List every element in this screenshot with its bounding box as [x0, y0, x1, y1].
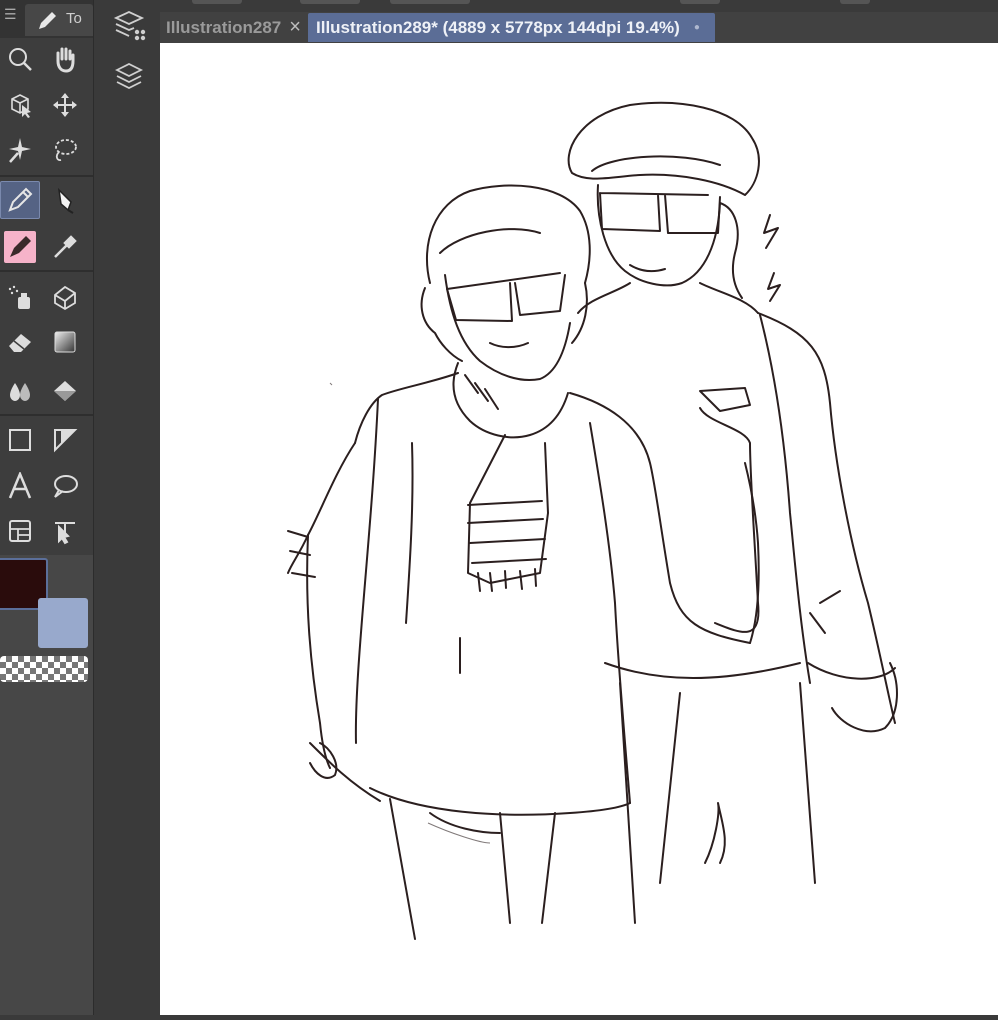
- object-tool[interactable]: [0, 86, 40, 124]
- toolbar-button-fragment: [680, 0, 720, 4]
- speech-balloon-icon: [54, 475, 78, 498]
- correct-line-tool[interactable]: [45, 512, 85, 550]
- airbrush-icon: [8, 285, 30, 309]
- gradient-tool[interactable]: [45, 323, 85, 361]
- magic-wand-icon: [9, 138, 31, 163]
- move-arrows-icon: [53, 93, 77, 117]
- bucket-icon: [54, 381, 76, 401]
- text-A-icon: [8, 472, 32, 499]
- gradient-icon: [54, 331, 76, 353]
- toolbar-button-fragment: [192, 0, 242, 4]
- pen-tool[interactable]: [0, 181, 40, 219]
- unsaved-dot-icon: ●: [693, 22, 700, 33]
- layers-button[interactable]: [113, 60, 145, 97]
- pencil-tool[interactable]: [45, 181, 85, 219]
- sketch-illustration: [287, 101, 898, 940]
- toolbar-button-fragment: [840, 0, 870, 4]
- blend-tool[interactable]: [0, 372, 40, 410]
- hand-tool[interactable]: [45, 40, 85, 78]
- layer-property-icon: [113, 11, 146, 41]
- balloon-tool[interactable]: [45, 467, 85, 505]
- tool-tab-label: To: [66, 10, 82, 27]
- toolbar-button-fragment: [390, 0, 470, 4]
- airbrush-tool[interactable]: [0, 278, 40, 316]
- tab-illustration287[interactable]: Illustration287 ×: [160, 13, 306, 42]
- toolbar-button-fragment: [300, 0, 360, 4]
- auto-select-tool[interactable]: [0, 131, 40, 169]
- pen-icon: [8, 187, 33, 212]
- tool-panel: ☰ To: [0, 0, 93, 1015]
- magnifier-icon: [9, 48, 32, 71]
- ruler-tool[interactable]: [45, 421, 85, 459]
- zoom-tool[interactable]: [0, 40, 40, 78]
- eraser-icon: [9, 334, 31, 352]
- transparent-color-swatch[interactable]: [0, 656, 88, 682]
- top-toolbar-strip: [160, 0, 998, 12]
- eyedropper-icon: [54, 235, 77, 258]
- decoration-tool[interactable]: [45, 278, 85, 316]
- pen-tab-icon: [39, 12, 56, 29]
- rectangle-icon: [9, 429, 31, 451]
- tool-separator: [0, 414, 93, 416]
- tool-separator: [0, 175, 93, 177]
- layers-icon: [114, 62, 144, 90]
- tab-label: Illustration289* (4889 x 5778px 144dpi 1…: [316, 17, 680, 37]
- ruler-icon: [54, 429, 78, 453]
- fountain-pen-icon: [57, 187, 74, 214]
- sub-color-swatch[interactable]: [38, 598, 88, 648]
- tab-illustration289[interactable]: Illustration289* (4889 x 5778px 144dpi 1…: [308, 13, 715, 42]
- blend-drops-icon: [10, 383, 30, 401]
- tool-panel-header: ☰ To: [0, 0, 93, 38]
- tab-label: Illustration287: [166, 17, 282, 37]
- eraser-tool[interactable]: [0, 323, 40, 361]
- canvas[interactable]: [160, 43, 998, 1015]
- menu-icon[interactable]: ☰: [4, 6, 17, 23]
- hand-icon: [56, 47, 75, 73]
- tool-separator: [0, 270, 93, 272]
- side-panel: [93, 0, 161, 1015]
- move-layer-tool[interactable]: [45, 86, 85, 124]
- layer-property-button[interactable]: [112, 8, 146, 47]
- text-tool[interactable]: [0, 467, 40, 505]
- object-select-icon: [11, 94, 31, 118]
- fill-tool[interactable]: [45, 372, 85, 410]
- figure-tool[interactable]: [0, 421, 40, 459]
- lasso-icon: [55, 139, 77, 162]
- lasso-select-tool[interactable]: [45, 131, 85, 169]
- brush-icon: [10, 236, 31, 257]
- eyedropper-tool[interactable]: [45, 228, 85, 266]
- tool-tab[interactable]: [25, 4, 93, 36]
- close-icon[interactable]: ×: [289, 16, 301, 39]
- frame-border-icon: [9, 520, 31, 542]
- correct-line-icon: [55, 522, 75, 545]
- decoration-icon: [54, 285, 76, 311]
- frame-border-tool[interactable]: [0, 512, 40, 550]
- brush-tool[interactable]: [0, 228, 40, 266]
